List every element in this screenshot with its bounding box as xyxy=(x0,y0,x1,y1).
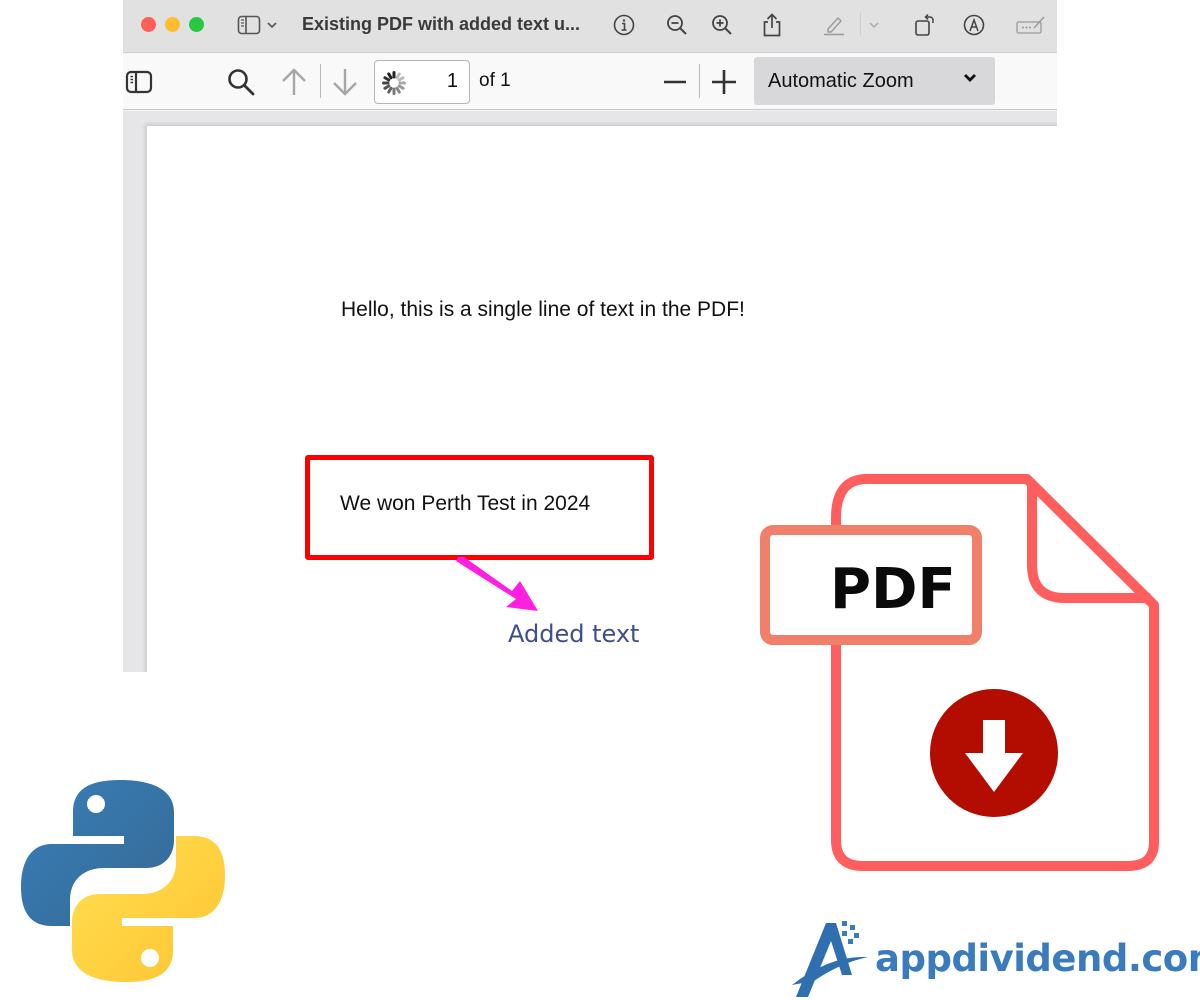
page-number-input[interactable]: 1 xyxy=(374,60,470,104)
site-name: appdividend.com xyxy=(875,937,1200,980)
pdf-added-text: We won Perth Test in 2024 xyxy=(340,492,591,515)
pdf-toolbar: 1 of 1 Automatic Zoom xyxy=(123,54,1057,110)
title-bar: Existing PDF with added text u... xyxy=(123,0,1057,53)
chevron-down-icon xyxy=(964,74,976,82)
pointer-arrow-icon xyxy=(456,557,538,611)
toolbar-divider xyxy=(860,12,861,36)
zoom-out-button[interactable] xyxy=(659,66,691,98)
markup-icon[interactable] xyxy=(961,12,987,38)
pdf-file-download-icon: PDF xyxy=(760,474,1159,871)
zoom-select[interactable]: Automatic Zoom xyxy=(754,57,995,105)
form-fill-icon[interactable] xyxy=(1015,12,1047,38)
search-icon[interactable] xyxy=(225,66,257,98)
zoom-select-value: Automatic Zoom xyxy=(768,70,914,92)
pdf-text-line: Hello, this is a single line of text in … xyxy=(341,298,745,321)
fullscreen-window-button[interactable] xyxy=(189,17,204,32)
previous-page-button[interactable] xyxy=(278,66,310,98)
rotate-icon[interactable] xyxy=(912,12,938,38)
chevron-down-icon[interactable] xyxy=(865,12,883,38)
window-title: Existing PDF with added text u... xyxy=(302,14,581,34)
zoom-out-icon[interactable] xyxy=(664,12,690,38)
chevron-down-icon[interactable] xyxy=(264,12,280,38)
zoom-in-icon[interactable] xyxy=(709,12,735,38)
toolbar-divider xyxy=(699,64,700,98)
sidebar-toggle-icon[interactable] xyxy=(123,66,155,98)
appdividend-a-icon xyxy=(792,921,868,997)
appdividend-logo: appdividend.com xyxy=(790,915,1200,1000)
next-page-button[interactable] xyxy=(329,66,361,98)
python-logo-icon xyxy=(21,780,225,982)
page-count-label: of 1 xyxy=(479,70,511,91)
added-text-label: Added text xyxy=(508,620,640,648)
info-icon[interactable] xyxy=(611,12,637,38)
loading-spinner-icon xyxy=(382,71,406,95)
highlight-pen-icon[interactable] xyxy=(821,12,847,38)
zoom-in-button[interactable] xyxy=(708,66,740,98)
minimize-window-button[interactable] xyxy=(165,17,180,32)
current-page-value: 1 xyxy=(446,70,458,92)
sidebar-icon[interactable] xyxy=(236,12,262,38)
toolbar-divider xyxy=(320,64,321,98)
share-icon[interactable] xyxy=(759,12,785,38)
pdf-tag-label: PDF xyxy=(830,557,956,622)
close-window-button[interactable] xyxy=(141,17,156,32)
